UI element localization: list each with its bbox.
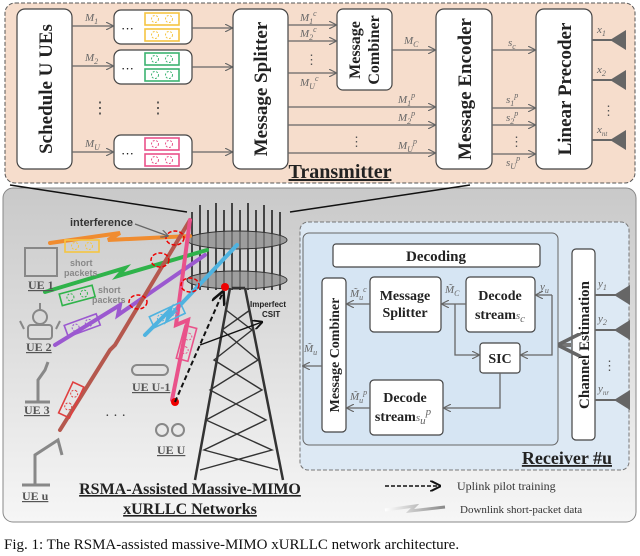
svg-text:Decode: Decode	[478, 289, 522, 304]
svg-text:Combiner: Combiner	[366, 15, 383, 84]
packet-queue-2: ···	[113, 49, 193, 85]
message-combiner-block	[336, 8, 393, 91]
receiver-title: Receiver #u	[522, 448, 612, 468]
svg-text:packets: packets	[92, 295, 126, 305]
svg-text:UE 3: UE 3	[24, 403, 50, 417]
decode-private-stream-block	[369, 379, 444, 436]
svg-text:SIC: SIC	[488, 352, 511, 367]
svg-text:⋮: ⋮	[350, 134, 363, 149]
figure-caption: Fig. 1: The RSMA-assisted massive-MIMO x…	[4, 537, 459, 553]
svg-text:Message Combiner: Message Combiner	[328, 298, 343, 413]
svg-text:Imperfect: Imperfect	[250, 300, 286, 309]
network-title-line1: RSMA-Assisted Massive-MIMO	[79, 481, 301, 498]
packet-queue-U: ···	[113, 134, 193, 170]
svg-text:Message Splitter: Message Splitter	[251, 21, 272, 156]
transmitter-title: Transmitter	[289, 161, 392, 183]
svg-text:···: ···	[121, 61, 134, 76]
svg-text:⋮: ⋮	[602, 103, 615, 118]
schedule-label: Schedule U UEs	[36, 24, 57, 154]
svg-text:⋮: ⋮	[305, 52, 318, 67]
svg-text:· · ·: · · ·	[105, 409, 126, 424]
svg-text:⋮: ⋮	[603, 358, 616, 373]
svg-text:Message: Message	[347, 21, 364, 79]
svg-text:short: short	[70, 258, 93, 268]
svg-text:UE U-1: UE U-1	[132, 380, 170, 394]
svg-text:UE u: UE u	[22, 489, 49, 503]
svg-text:Decoding: Decoding	[406, 249, 467, 265]
legend-downlink-label: Downlink short-packet data	[460, 504, 582, 516]
svg-text:short: short	[98, 285, 121, 295]
svg-text:Splitter: Splitter	[382, 306, 427, 321]
receiver-panel: Decoding Message Combiner Message Splitt…	[299, 221, 630, 471]
svg-text:UE 1: UE 1	[28, 278, 54, 292]
interference-label: interference	[70, 217, 133, 229]
legend-uplink-label: Uplink pilot training	[457, 479, 556, 493]
network-title-line2: xURLLC Networks	[123, 501, 257, 518]
svg-text:Linear Precoder: Linear Precoder	[555, 22, 576, 155]
svg-text:Message Encoder: Message Encoder	[455, 17, 476, 160]
svg-text:Channel Estimation: Channel Estimation	[577, 280, 593, 409]
packet-queue-1: ···	[113, 9, 193, 45]
svg-text:packets: packets	[64, 268, 98, 278]
svg-text:⋮: ⋮	[92, 100, 108, 117]
svg-text:Message: Message	[380, 289, 431, 304]
transmitter-panel: Schedule U UEs ··· ··· ⋮ ⋮ ··· M1 M2 MU …	[4, 2, 636, 184]
svg-text:UE U: UE U	[157, 443, 186, 457]
svg-text:CSIT: CSIT	[262, 310, 280, 319]
svg-text:⋮: ⋮	[510, 134, 523, 149]
svg-text:···: ···	[121, 146, 134, 161]
svg-text:Decode: Decode	[383, 391, 427, 406]
svg-text:UE 2: UE 2	[26, 340, 52, 354]
message-splitter-block	[369, 276, 442, 333]
csit-point	[221, 283, 229, 291]
svg-text:···: ···	[121, 21, 134, 36]
svg-text:⋮: ⋮	[150, 100, 166, 117]
rsma-architecture-diagram: Schedule U UEs ··· ··· ⋮ ⋮ ··· M1 M2 MU …	[2, 2, 637, 553]
